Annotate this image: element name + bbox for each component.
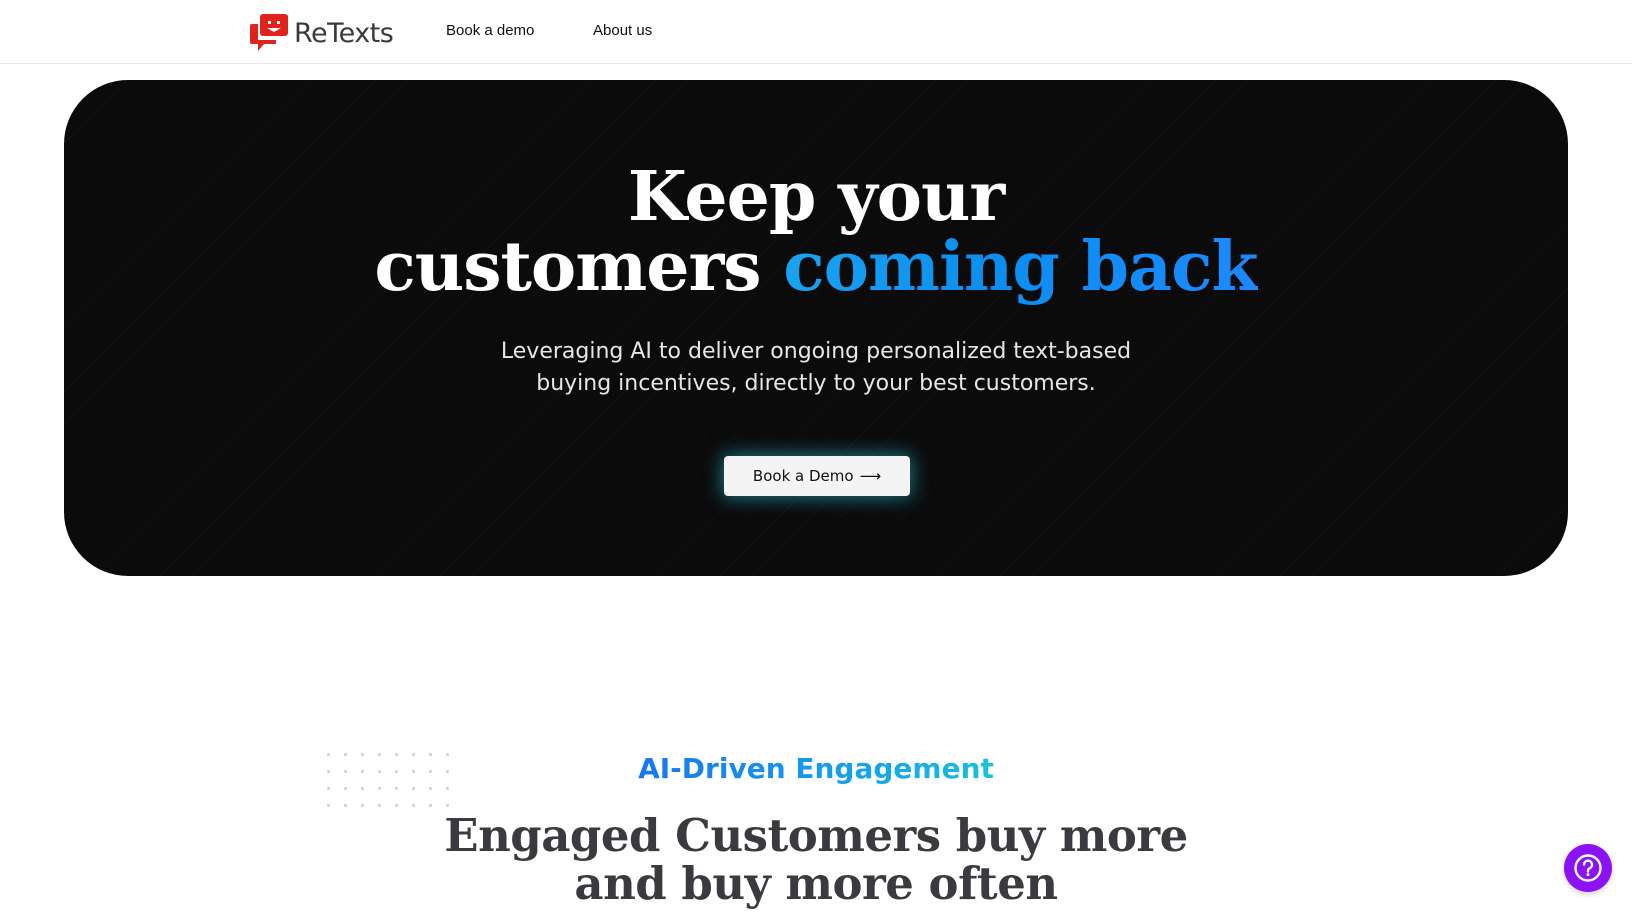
hero-title-line1: Keep your — [627, 157, 1006, 237]
hero-subtitle-line1: Leveraging AI to deliver ongoing persona… — [500, 339, 1132, 364]
section-title-line1: Engaged Customers buy more — [444, 809, 1188, 862]
book-demo-label: Book a Demo — [752, 467, 854, 485]
hero-title-accent: coming back — [783, 227, 1258, 307]
hero-pattern — [64, 80, 1568, 576]
hero-title-line2: customers coming back — [64, 232, 1568, 302]
book-demo-button[interactable]: Book a Demo ⟶ — [724, 456, 910, 496]
help-widget-button[interactable] — [1564, 844, 1612, 892]
hero-subtitle: Leveraging AI to deliver ongoing persona… — [64, 336, 1568, 400]
hero-panel: Keep your customers coming back Leveragi… — [64, 80, 1568, 576]
section-eyebrow: AI-Driven Engagement — [0, 752, 1632, 785]
section-title: Engaged Customers buy more and buy more … — [0, 812, 1632, 908]
hero-title-plain: customers — [374, 227, 761, 307]
question-circle-icon — [1574, 854, 1602, 882]
site-header: ReTexts Book a demo About us — [0, 0, 1632, 64]
brand-name: ReTexts — [294, 17, 394, 49]
section-eyebrow-text: AI-Driven Engagement — [638, 752, 994, 785]
hero-title: Keep your customers coming back — [64, 162, 1568, 302]
chat-bubble-logo-icon — [250, 14, 288, 51]
section-title-line2: and buy more often — [574, 857, 1058, 910]
nav-book-demo[interactable]: Book a demo — [446, 22, 534, 39]
brand-logo[interactable]: ReTexts — [250, 14, 394, 52]
nav-about-us[interactable]: About us — [593, 22, 652, 39]
hero-subtitle-line2: buying incentives, directly to your best… — [536, 371, 1096, 396]
arrow-right-icon: ⟶ — [859, 467, 882, 485]
